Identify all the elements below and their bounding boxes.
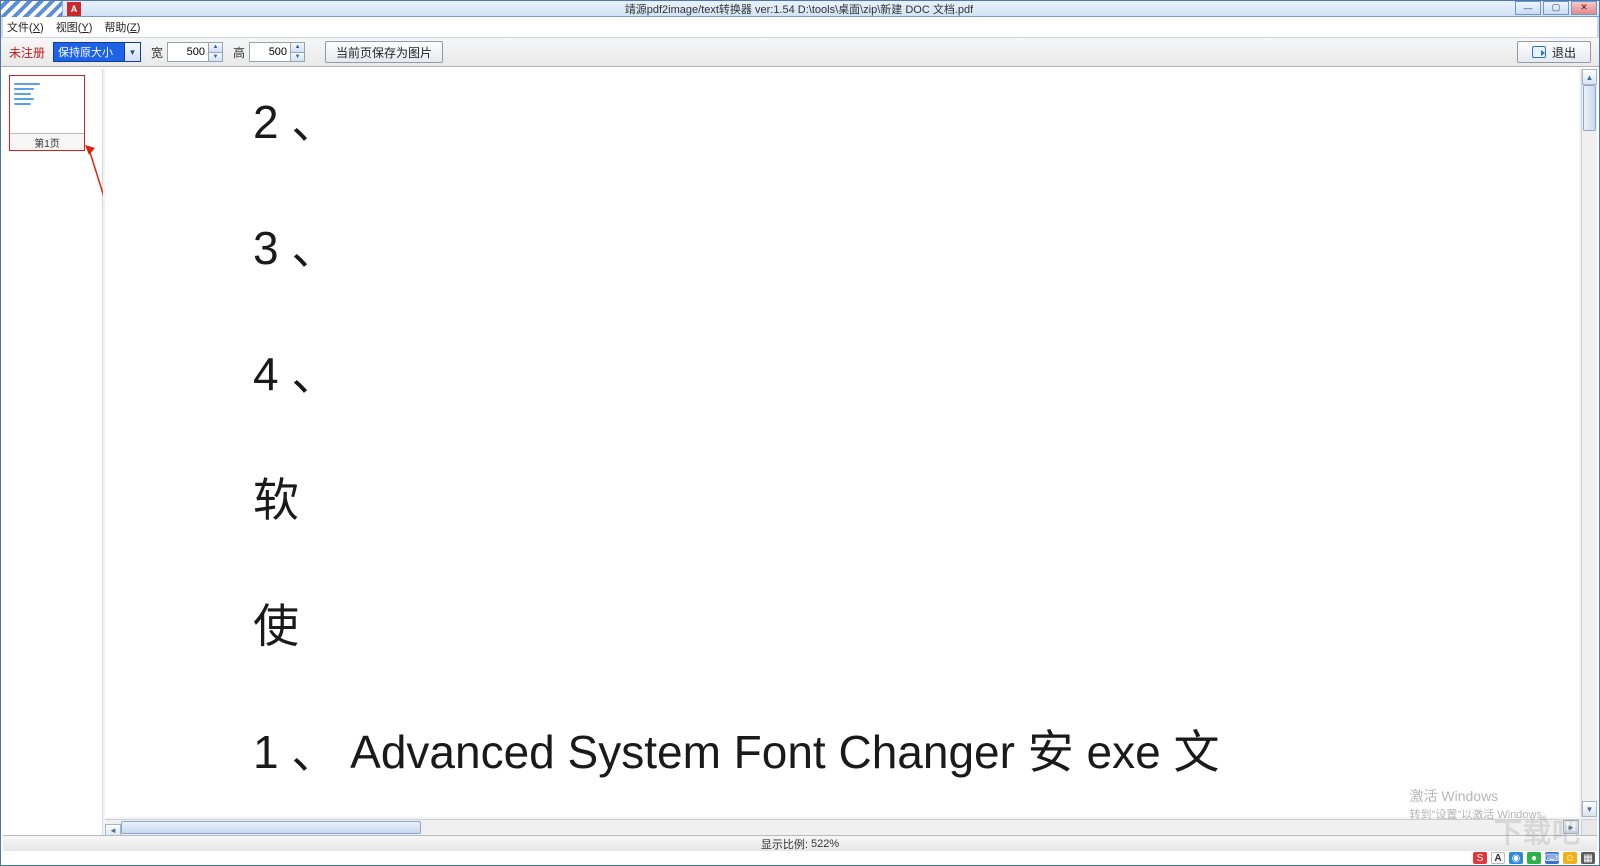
exit-label: 退出 [1552, 44, 1576, 61]
doc-line-2: 2 、 [253, 99, 337, 145]
width-spin-buttons[interactable]: ▲▼ [208, 43, 222, 61]
window-controls: — ▢ ✕ [1513, 1, 1597, 17]
horizontal-scrollbar[interactable]: ◄ ► [105, 819, 1579, 835]
vscroll-thumb[interactable] [1583, 85, 1596, 131]
zoom-status-value: 522% [811, 838, 839, 850]
thumbnail-label: 第1页 [10, 134, 84, 150]
save-page-as-image-button[interactable]: 当前页保存为图片 [325, 41, 443, 63]
scroll-down-button[interactable]: ▼ [1582, 801, 1597, 817]
title-bar: A 靖源pdf2image/text转换器 ver:1.54 D:\tools\… [1, 1, 1599, 17]
scroll-up-button[interactable]: ▲ [1582, 69, 1597, 85]
ime-mic-icon[interactable]: ● [1527, 852, 1541, 864]
height-label: 高 [233, 44, 245, 61]
scroll-right-button[interactable]: ► [1563, 820, 1579, 834]
body: 第1页 2 、 3 、 4 、 软 使 1 、 Advanced System … [3, 69, 1597, 835]
zoom-mode-value: 保持原大小 [58, 44, 113, 60]
hscroll-thumb[interactable] [121, 821, 421, 834]
ime-globe-icon[interactable]: ◉ [1509, 852, 1523, 864]
height-spinner[interactable]: ▲▼ [249, 42, 305, 62]
ime-keyboard-icon[interactable]: ⌨ [1545, 852, 1559, 864]
doc-line-soft: 软 [253, 477, 299, 523]
doc-line-1: 1 、 Advanced System Font Changer 安 exe 文 [253, 729, 1219, 775]
maximize-button[interactable]: ▢ [1543, 1, 1569, 15]
ime-mode-icon[interactable]: A [1491, 852, 1505, 864]
desktop-strip [1, 851, 1599, 865]
zoom-mode-combo[interactable]: 保持原大小 ▼ [53, 42, 141, 62]
close-button[interactable]: ✕ [1571, 1, 1597, 15]
main-pane: 2 、 3 、 4 、 软 使 1 、 Advanced System Font… [103, 69, 1597, 835]
minimize-button[interactable]: — [1515, 1, 1541, 15]
menu-view[interactable]: 视图(Y) [56, 19, 93, 35]
scrollbar-corner [1581, 819, 1597, 835]
exit-icon [1532, 46, 1546, 58]
width-input[interactable] [168, 43, 208, 61]
doc-line-use: 使 [253, 603, 299, 649]
toolbar: 未注册 保持原大小 ▼ 宽 ▲▼ 高 ▲▼ 当前页保存为图片 退出 [1, 37, 1599, 67]
vscroll-track[interactable] [1582, 85, 1597, 801]
window-title: 靖源pdf2image/text转换器 ver:1.54 D:\tools\桌面… [85, 1, 1513, 17]
app-icon: A [67, 2, 81, 16]
unregistered-label: 未注册 [9, 44, 45, 61]
thumbnail-pane: 第1页 [3, 69, 103, 835]
hscroll-track[interactable] [121, 821, 1563, 834]
width-label: 宽 [151, 44, 163, 61]
diagonal-line-graphic [926, 69, 1579, 427]
system-tray: S A ◉ ● ⌨ ☺ ▦ [1473, 851, 1595, 865]
exit-button[interactable]: 退出 [1517, 41, 1591, 63]
height-input[interactable] [250, 43, 290, 61]
thumbnail-preview [10, 76, 84, 134]
vertical-scrollbar[interactable]: ▲ ▼ [1581, 69, 1597, 817]
doc-line-3: 3 、 [253, 225, 337, 271]
ime-sogou-icon[interactable]: S [1473, 852, 1487, 864]
width-spinner[interactable]: ▲▼ [167, 42, 223, 62]
status-bar: 显示比例: 522% [3, 835, 1597, 851]
height-spin-buttons[interactable]: ▲▼ [290, 43, 304, 61]
page-1-thumbnail[interactable]: 第1页 [9, 75, 85, 151]
ime-emoji-icon[interactable]: ☺ [1563, 852, 1577, 864]
document-viewport[interactable]: 2 、 3 、 4 、 软 使 1 、 Advanced System Font… [105, 69, 1579, 817]
zoom-status-label: 显示比例: [761, 836, 808, 852]
chevron-down-icon[interactable]: ▼ [124, 43, 140, 61]
ime-settings-icon[interactable]: ▦ [1581, 852, 1595, 864]
menu-bar: 文件(X) 视图(Y) 帮助(Z) [1, 17, 1599, 37]
title-hatch-deco [1, 1, 63, 17]
menu-help[interactable]: 帮助(Z) [104, 19, 140, 35]
doc-line-4: 4 、 [253, 351, 337, 397]
menu-file[interactable]: 文件(X) [7, 19, 44, 35]
